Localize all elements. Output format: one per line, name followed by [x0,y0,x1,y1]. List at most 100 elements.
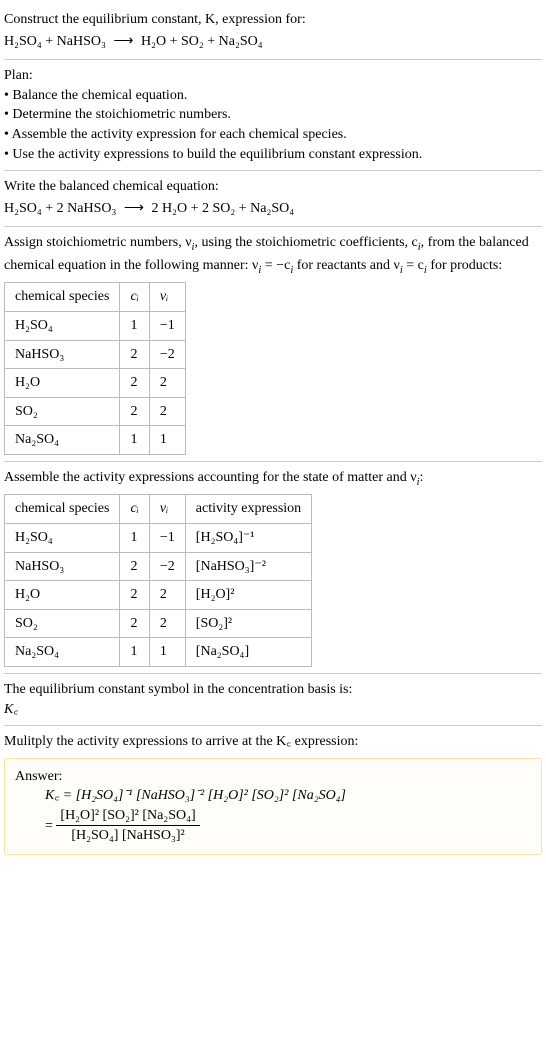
answer-label: Answer: [15,767,531,787]
stoich-section: Assign stoichiometric numbers, νi, using… [4,227,542,462]
text: = c [403,258,424,273]
reaction-arrow-icon: ⟶ [109,34,137,49]
cell: −1 [149,311,185,340]
cell: −1 [149,523,185,552]
plan-title: Plan: [4,66,542,86]
fraction-numerator: [H₂O]² [SO₂]² [Na₂SO₄] [56,806,199,827]
plan-item: • Balance the chemical equation. [4,86,542,106]
activity-section: Assemble the activity expressions accoun… [4,462,542,674]
final-title: Mulitply the activity expressions to arr… [4,732,542,752]
eq-lhs: H₂SO₄ + NaHSO₃ [4,34,106,49]
kc-fraction-line: = [H₂O]² [SO₂]² [Na₂SO₄] [H₂SO₄] [NaHSO₃… [15,806,531,846]
symbol-section: The equilibrium constant symbol in the c… [4,674,542,726]
cell: H₂SO₄ [5,311,120,340]
answer-box: Answer: K꜀ = [H₂SO₄]⁻¹ [NaHSO₃]⁻² [H₂O]²… [4,758,542,855]
activity-table: chemical species cᵢ νᵢ activity expressi… [4,494,312,667]
table-row: H₂O22 [5,369,186,398]
text: , using the stoichiometric coefficients,… [194,235,417,250]
cell: 1 [120,426,149,455]
cell: [Na₂SO₄] [185,638,311,667]
cell: NaHSO₃ [5,340,120,369]
final-section: Mulitply the activity expressions to arr… [4,726,542,861]
stoich-table: chemical species cᵢ νᵢ H₂SO₄1−1 NaHSO₃2−… [4,282,186,455]
balanced-section: Write the balanced chemical equation: H₂… [4,171,542,227]
cell: Na₂SO₄ [5,426,120,455]
cell: 1 [120,638,149,667]
cell: [NaHSO₃]⁻² [185,552,311,581]
cell: 2 [149,581,185,610]
cell: 2 [120,609,149,638]
intro-text: Construct the equilibrium constant, K, e… [4,12,306,27]
table-row: H₂SO₄1−1[H₂SO₄]⁻¹ [5,523,312,552]
cell: 2 [149,609,185,638]
cell: −2 [149,340,185,369]
text: Assign stoichiometric numbers, ν [4,235,192,250]
intro-line: Construct the equilibrium constant, K, e… [4,10,542,30]
table-row: NaHSO₃2−2[NaHSO₃]⁻² [5,552,312,581]
table-row: H₂O22[H₂O]² [5,581,312,610]
cell: [SO₂]² [185,609,311,638]
table-header-row: chemical species cᵢ νᵢ activity expressi… [5,495,312,524]
kc-expanded: K꜀ = [H₂SO₄]⁻¹ [NaHSO₃]⁻² [H₂O]² [SO₂]² … [15,786,531,806]
plan-item: • Use the activity expressions to build … [4,145,542,165]
kc-line1: K꜀ = [H₂SO₄]⁻¹ [NaHSO₃]⁻² [H₂O]² [SO₂]² … [45,788,346,803]
reaction-arrow-icon: ⟶ [120,201,148,216]
table-row: SO₂22[SO₂]² [5,609,312,638]
plan-item: • Assemble the activity expression for e… [4,125,542,145]
cell: SO₂ [5,609,120,638]
text: Assemble the activity expressions accoun… [4,470,417,485]
col-ci: cᵢ [120,495,149,524]
cell: 2 [120,581,149,610]
cell: H₂O [5,581,120,610]
eq-rhs: H₂O + SO₂ + Na₂SO₄ [141,34,263,49]
cell: 1 [120,523,149,552]
intro-section: Construct the equilibrium constant, K, e… [4,4,542,60]
table-row: SO₂22 [5,397,186,426]
unbalanced-equation: H₂SO₄ + NaHSO₃ ⟶ H₂O + SO₂ + Na₂SO₄ [4,32,542,52]
fraction: [H₂O]² [SO₂]² [Na₂SO₄] [H₂SO₄] [NaHSO₃]² [56,806,199,846]
cell: NaHSO₃ [5,552,120,581]
cell: 1 [149,426,185,455]
cell: SO₂ [5,397,120,426]
balanced-title: Write the balanced chemical equation: [4,177,542,197]
cell: Na₂SO₄ [5,638,120,667]
cell: 1 [120,311,149,340]
table-row: Na₂SO₄11 [5,426,186,455]
cell: 2 [120,340,149,369]
table-row: NaHSO₃2−2 [5,340,186,369]
table-row: Na₂SO₄11[Na₂SO₄] [5,638,312,667]
eq-lhs: H₂SO₄ + 2 NaHSO₃ [4,201,116,216]
cell: 2 [120,552,149,581]
cell: 2 [120,369,149,398]
cell: H₂O [5,369,120,398]
text: : [420,470,424,485]
plan-section: Plan: • Balance the chemical equation. •… [4,60,542,171]
cell: 2 [149,369,185,398]
stoich-intro: Assign stoichiometric numbers, νi, using… [4,233,542,278]
fraction-denominator: [H₂SO₄] [NaHSO₃]² [56,826,199,846]
cell: 2 [149,397,185,426]
text: for products: [427,258,502,273]
cell: [H₂O]² [185,581,311,610]
col-ci: cᵢ [120,283,149,312]
text: for reactants and ν [293,258,400,273]
cell: 1 [149,638,185,667]
cell: −2 [149,552,185,581]
balanced-equation: H₂SO₄ + 2 NaHSO₃ ⟶ 2 H₂O + 2 SO₂ + Na₂SO… [4,199,542,219]
col-species: chemical species [5,283,120,312]
cell: [H₂SO₄]⁻¹ [185,523,311,552]
table-row: H₂SO₄1−1 [5,311,186,340]
cell: 2 [120,397,149,426]
plan-item: • Determine the stoichiometric numbers. [4,105,542,125]
cell: H₂SO₄ [5,523,120,552]
equals: = [45,818,56,833]
col-expr: activity expression [185,495,311,524]
text: = −c [261,258,290,273]
col-vi: νᵢ [149,495,185,524]
eq-rhs: 2 H₂O + 2 SO₂ + Na₂SO₄ [151,201,294,216]
symbol-text: The equilibrium constant symbol in the c… [4,680,542,700]
activity-intro: Assemble the activity expressions accoun… [4,468,542,490]
col-vi: νᵢ [149,283,185,312]
col-species: chemical species [5,495,120,524]
kc-symbol: K꜀ [4,700,542,720]
